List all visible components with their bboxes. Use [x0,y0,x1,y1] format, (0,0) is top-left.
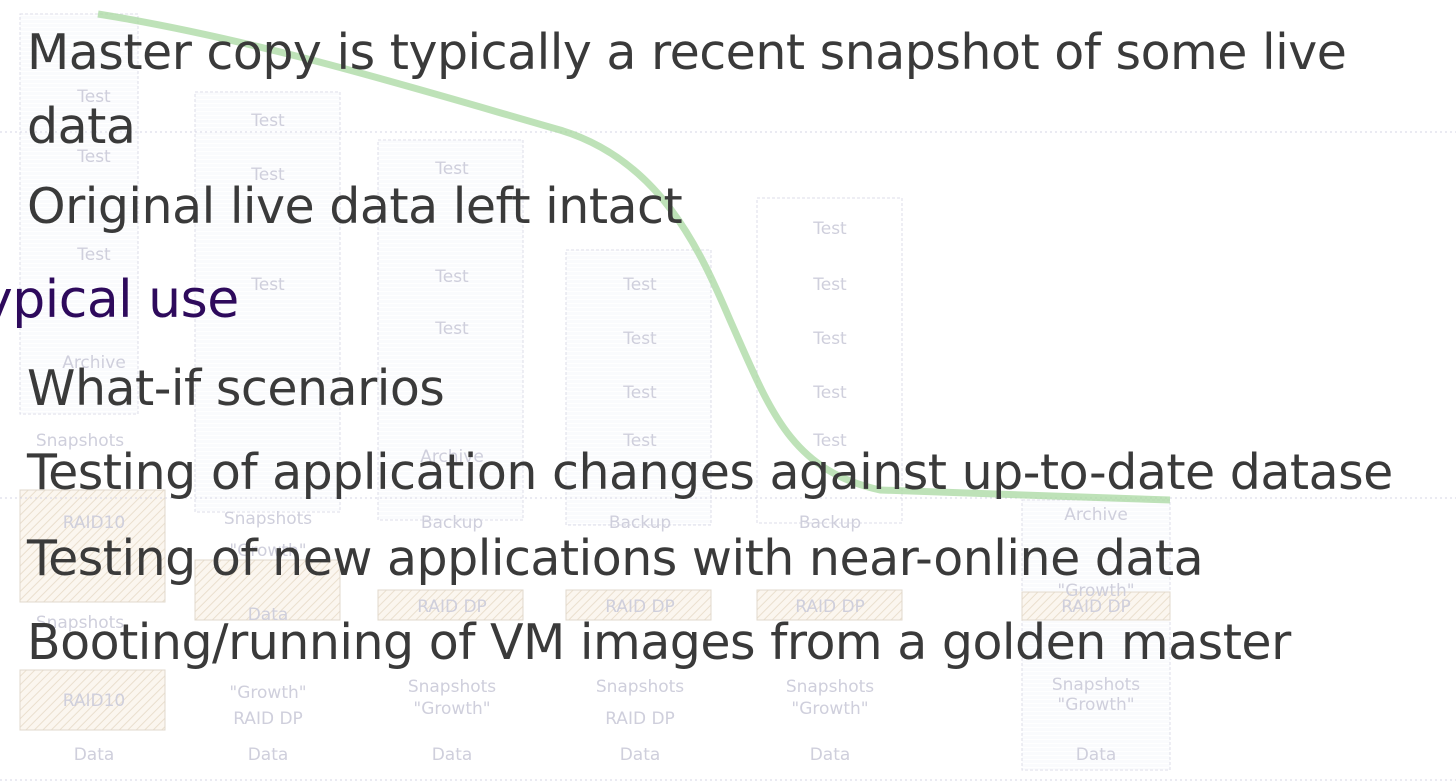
disk-label: Test [622,275,657,295]
disk-label: "Growth" [791,699,868,719]
disk-label: Data [74,745,115,765]
disk-label: Data [432,745,473,765]
bullet-master-copy-continued: data [27,98,136,155]
bullet-testing-new-apps: Testing of new applications with near-on… [27,530,1204,587]
disk-label: Test [76,245,111,265]
disk-label: Test [812,383,847,403]
disk-label: Test [434,319,469,339]
disk-label: Data [810,745,851,765]
disk-label: Snapshots [224,509,312,529]
disk-label: Test [250,111,285,131]
disk-label: Data [248,745,289,765]
bullet-master-copy: Master copy is typically a recent snapsh… [27,24,1347,81]
disk-label: Test [250,275,285,295]
disk-label: Snapshots [408,677,496,697]
disk-label: "Growth" [1057,695,1134,715]
disk-label: Test [812,329,847,349]
bullet-testing-changes: Testing of application changes against u… [27,444,1393,501]
disk-label: Data [1076,745,1117,765]
disk-label: RAID DP [233,709,303,729]
disk-label: RAID DP [605,709,675,729]
disk-label: RAID10 [63,691,126,711]
disk-label: Test [622,329,657,349]
disk-label: "Growth" [413,699,490,719]
disk-label: Test [812,275,847,295]
disk-label: Test [434,159,469,179]
disk-label: Archive [1064,505,1128,525]
disk-label: Snapshots [596,677,684,697]
disk-label: Snapshots [786,677,874,697]
disk-column-4: Test Test Test Test Backup RAID DP Snaps… [565,249,712,765]
bullet-what-if: What-if scenarios [27,360,445,417]
bullet-original-data: Original live data left intact [27,178,683,235]
disk-label: Test [622,383,657,403]
disk-label: Snapshots [1052,675,1140,695]
bullet-booting-vm: Booting/running of VM images from a gold… [27,614,1291,671]
disk-label: Data [620,745,661,765]
disk-label: "Growth" [229,683,306,703]
section-heading: ypical use [0,270,239,330]
disk-label: Test [812,219,847,239]
disk-label: Test [434,267,469,287]
